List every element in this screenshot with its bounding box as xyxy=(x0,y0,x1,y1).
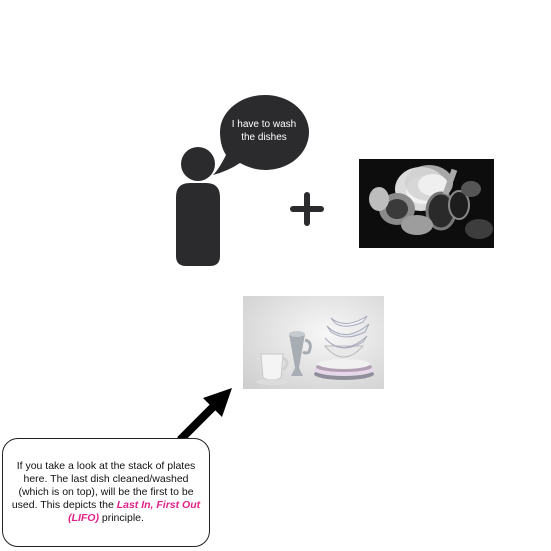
dirty-dishes-photo xyxy=(359,159,494,248)
note-text-after: principle. xyxy=(98,512,144,524)
lifo-note: If you take a look at the stack of plate… xyxy=(2,438,210,547)
arrow-icon xyxy=(177,388,232,443)
lifo-note-text: If you take a look at the stack of plate… xyxy=(11,460,201,525)
plus-icon xyxy=(290,192,324,226)
clean-plate-stack-photo xyxy=(243,296,384,389)
